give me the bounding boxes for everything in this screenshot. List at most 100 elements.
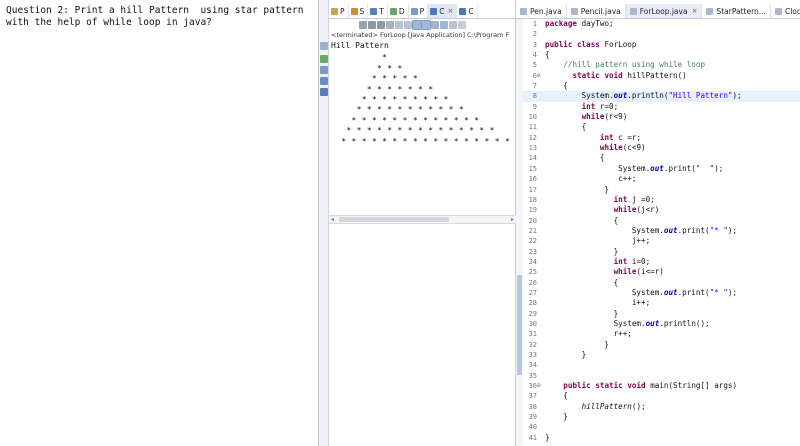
code-line[interactable]: 16 c++; [523, 174, 800, 184]
line-number: 17 [528, 185, 537, 194]
code-line[interactable]: 6 ⊖ static void hillPattern() [523, 71, 800, 81]
tab-clock-java[interactable]: Clock.ja [771, 4, 800, 18]
code-line[interactable]: 26 { [523, 278, 800, 288]
show-on-error-icon[interactable] [421, 19, 431, 30]
view-menu-icon[interactable] [458, 20, 466, 29]
scroll-right-icon[interactable]: ▸ [511, 216, 514, 224]
clear-console-icon[interactable] [386, 20, 394, 29]
code-line[interactable]: 23 } [523, 247, 800, 257]
code-line[interactable]: 29 } [523, 309, 800, 319]
tab-problems[interactable]: P [329, 4, 349, 18]
code-line[interactable]: 14 { [523, 153, 800, 163]
terminate-icon[interactable] [359, 20, 367, 29]
tab-pen-java[interactable]: Pen.java [516, 4, 567, 18]
fold-icon[interactable]: ⊖ [537, 381, 543, 391]
display-console-icon[interactable] [440, 20, 448, 29]
code-text: j++; [545, 236, 651, 246]
code-line[interactable]: 12 int c =r; [523, 133, 800, 143]
output-row: * [331, 53, 393, 63]
console-view-icon[interactable] [320, 77, 328, 85]
remove-all-icon[interactable] [377, 20, 385, 29]
code-line[interactable]: 40 [523, 422, 800, 432]
code-text: { [545, 215, 619, 225]
java-file-icon [706, 7, 714, 15]
output-row: * * * * * * * [331, 84, 439, 94]
close-icon[interactable]: × [692, 7, 698, 15]
code-area[interactable]: 1 package dayTwo; 2 3 public class ForLoop 4{… [523, 19, 800, 443]
outline-icon[interactable] [320, 66, 328, 74]
line-number: 35 [528, 371, 537, 380]
line-number: 12 [528, 133, 537, 142]
code-line[interactable]: 22 j++; [523, 236, 800, 246]
code-line[interactable]: 41} [523, 433, 800, 443]
line-number: 3 [532, 40, 537, 49]
console-horizontal-scrollbar[interactable]: ◂ ▸ [329, 215, 516, 224]
code-line[interactable]: 25 while(i<=r) [523, 267, 800, 277]
code-line[interactable]: 4{ [523, 50, 800, 60]
code-text: System.out.print("* "); [545, 225, 738, 235]
line-number: 11 [528, 123, 537, 132]
package-icon[interactable] [320, 55, 328, 63]
code-text: r++; [545, 329, 632, 339]
tab-pencil-java[interactable]: Pencil.java [567, 4, 626, 18]
pin-console-icon[interactable] [431, 20, 439, 29]
code-text: i++; [545, 298, 651, 308]
code-text: int r=0; [581, 101, 619, 111]
code-line[interactable]: 19 while(j<r) [523, 205, 800, 215]
line-number: 28 [528, 299, 537, 308]
code-line[interactable]: 38 hillPattern(); [523, 402, 800, 412]
code-line[interactable]: 13 while(c<9) [523, 143, 800, 153]
line-number: 22 [528, 237, 537, 246]
tab-starpattern-java[interactable]: StarPattern... [702, 4, 771, 18]
scroll-left-icon[interactable]: ◂ [331, 216, 334, 224]
tab-console[interactable]: C × [428, 4, 458, 18]
open-console-icon[interactable] [449, 20, 457, 29]
code-line[interactable]: 34 [523, 360, 800, 370]
code-line[interactable]: 36 ⊖ public static void main(String[] arg… [523, 381, 800, 391]
code-line[interactable]: 8 System.out.println("Hill Pattern"); [523, 91, 800, 102]
code-line[interactable]: 10 while(r<9) [523, 112, 800, 122]
scroll-lock-icon[interactable] [395, 20, 403, 29]
code-line[interactable]: 32 } [523, 340, 800, 350]
word-wrap-icon[interactable] [404, 20, 412, 29]
tab-forloop-java[interactable]: ForLoop.java × [625, 4, 703, 18]
show-on-output-icon[interactable] [412, 19, 422, 30]
code-line[interactable]: 9 int r=0; [523, 102, 800, 112]
code-line[interactable]: 20 { [523, 216, 800, 226]
code-line[interactable]: 2 [523, 29, 800, 39]
scrollbar-thumb[interactable] [339, 217, 449, 222]
code-line[interactable]: 15 System.out.print(" "); [523, 164, 800, 174]
code-line[interactable]: 3 public class ForLoop [523, 40, 800, 50]
line-number: 36 [528, 382, 537, 391]
code-line[interactable]: 30 System.out.println(); [523, 319, 800, 329]
code-line[interactable]: 1 package dayTwo; [523, 19, 800, 29]
console-tabbar: P S T D P C × C [329, 4, 516, 18]
code-line[interactable]: 39 } [523, 412, 800, 422]
code-line[interactable]: 31 r++; [523, 329, 800, 339]
code-line[interactable]: 18 int j =0; [523, 195, 800, 205]
code-line[interactable]: 21 System.out.print("* "); [523, 226, 800, 236]
code-line[interactable]: 11 { [523, 122, 800, 132]
code-line[interactable]: 37 { [523, 391, 800, 401]
code-line[interactable]: 7 { [523, 81, 800, 91]
terminal-view-icon[interactable] [320, 88, 328, 96]
code-line[interactable]: 17 } [523, 185, 800, 195]
remove-launch-icon[interactable] [368, 20, 376, 29]
tab-coverage[interactable]: C [457, 4, 478, 18]
code-line[interactable]: 5 //hill pattern using while loop [523, 60, 800, 70]
close-icon[interactable]: × [447, 7, 453, 15]
line-number: 16 [528, 175, 537, 184]
tab-tasks[interactable]: T [368, 4, 388, 18]
code-line[interactable]: 33 } [523, 350, 800, 360]
code-line[interactable]: 27 System.out.print("* "); [523, 288, 800, 298]
restore-icon[interactable] [320, 42, 328, 50]
tab-declaration[interactable]: D [388, 4, 409, 18]
code-line[interactable]: 24 int i=0; [523, 257, 800, 267]
code-line[interactable]: 28 i++; [523, 298, 800, 308]
fold-icon[interactable]: ⊖ [537, 71, 543, 81]
output-row: * * * [331, 63, 408, 73]
tab-search[interactable]: S [349, 4, 369, 18]
code-line[interactable]: 35 [523, 371, 800, 381]
problems-icon [331, 7, 338, 15]
tab-progress[interactable]: P [409, 4, 429, 18]
